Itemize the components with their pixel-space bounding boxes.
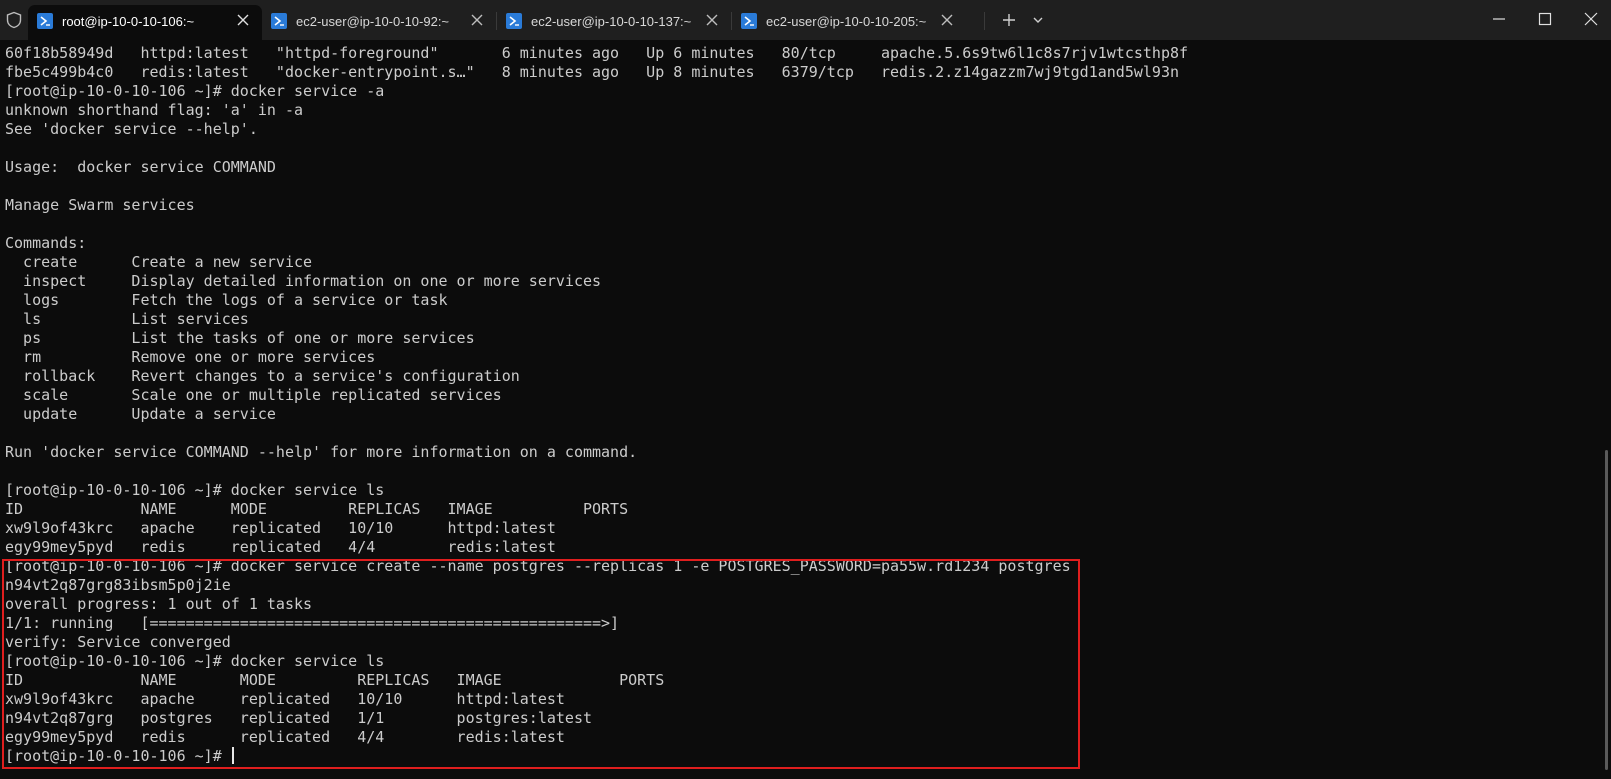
terminal-line: unknown shorthand flag: 'a' in -a	[5, 101, 304, 119]
minimize-icon[interactable]	[1490, 10, 1508, 28]
tab-root-ip-10-0-10-106[interactable]: root@ip-10-0-10-106:~	[28, 5, 262, 40]
title-bar: root@ip-10-0-10-106:~ ec2-user@ip-10-0-1…	[0, 0, 1611, 40]
tab-ec2-user-ip-10-0-10-92[interactable]: ec2-user@ip-10-0-10-92:~	[262, 5, 496, 40]
terminal-line: 60f18b58949d httpd:latest "httpd-foregro…	[5, 44, 1189, 62]
terminal-line: ID NAME MODE REPLICAS IMAGE PORTS	[5, 500, 629, 518]
terminal-line: rollback Revert changes to a service's c…	[5, 367, 520, 385]
chevron-down-icon[interactable]	[1030, 12, 1046, 28]
shield-icon	[6, 11, 22, 29]
scrollbar-thumb[interactable]	[1605, 450, 1608, 770]
terminal-line: egy99mey5pyd redis replicated 4/4 redis:…	[5, 538, 556, 556]
terminal-line: See 'docker service --help'.	[5, 120, 258, 138]
terminal-line: Commands:	[5, 234, 87, 252]
terminal-line: update Update a service	[5, 405, 276, 423]
terminal-line: ps List the tasks of one or more service…	[5, 329, 475, 347]
terminal-line: [root@ip-10-0-10-106 ~]# docker service …	[5, 82, 385, 100]
terminal-line: Run 'docker service COMMAND --help' for …	[5, 443, 638, 461]
terminal-line: xw9l9of43krc apache replicated 10/10 htt…	[5, 519, 556, 537]
highlight-annotation-box	[2, 559, 1080, 769]
tab-separator	[984, 12, 985, 30]
terminal-line: rm Remove one or more services	[5, 348, 376, 366]
close-icon[interactable]	[940, 13, 954, 27]
powershell-icon	[506, 13, 522, 29]
close-icon[interactable]	[705, 13, 719, 27]
terminal-line: Manage Swarm services	[5, 196, 195, 214]
terminal-line: fbe5c499b4c0 redis:latest "docker-entryp…	[5, 63, 1179, 81]
terminal-line: inspect Display detailed information on …	[5, 272, 602, 290]
powershell-icon	[37, 13, 53, 29]
tab-ec2-user-ip-10-0-10-137[interactable]: ec2-user@ip-10-0-10-137:~	[497, 5, 731, 40]
tab-label: ec2-user@ip-10-0-10-92:~	[296, 14, 450, 29]
terminal-line: [root@ip-10-0-10-106 ~]# docker service …	[5, 481, 385, 499]
terminal-line: ls List services	[5, 310, 249, 328]
terminal-line: create Create a new service	[5, 253, 313, 271]
tab-ec2-user-ip-10-0-10-205[interactable]: ec2-user@ip-10-0-10-205:~	[732, 5, 966, 40]
plus-icon[interactable]	[1000, 11, 1018, 29]
window-close-icon[interactable]	[1582, 10, 1600, 28]
terminal-window: root@ip-10-0-10-106:~ ec2-user@ip-10-0-1…	[0, 0, 1611, 779]
maximize-icon[interactable]	[1536, 10, 1554, 28]
terminal-line: Usage: docker service COMMAND	[5, 158, 276, 176]
powershell-icon	[271, 13, 287, 29]
tab-label: ec2-user@ip-10-0-10-137:~	[531, 14, 692, 29]
terminal-line: scale Scale one or multiple replicated s…	[5, 386, 502, 404]
close-icon[interactable]	[470, 13, 484, 27]
terminal-line: logs Fetch the logs of a service or task	[5, 291, 448, 309]
powershell-icon	[741, 13, 757, 29]
close-icon[interactable]	[236, 13, 250, 27]
tab-label: root@ip-10-0-10-106:~	[62, 14, 195, 29]
tab-label: ec2-user@ip-10-0-10-205:~	[766, 14, 927, 29]
